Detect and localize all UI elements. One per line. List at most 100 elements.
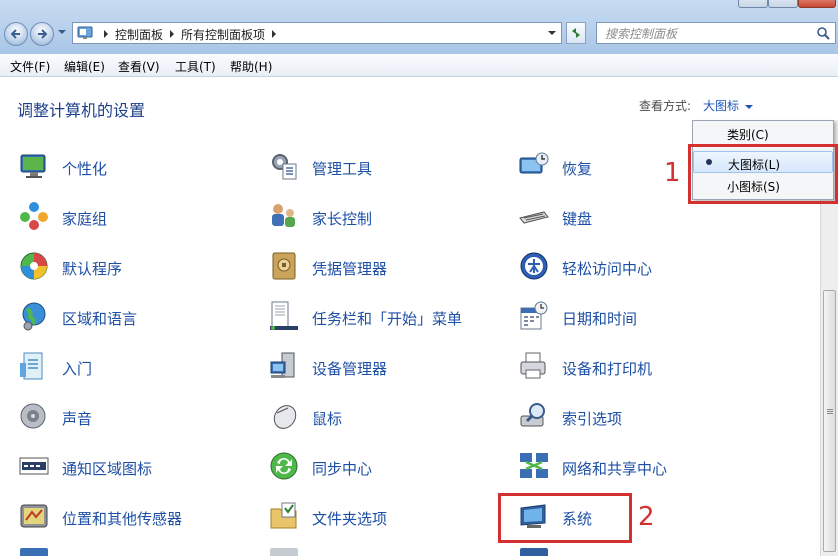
cp-item-folder-options[interactable]: 文件夹选项: [268, 500, 503, 534]
homegroup-icon: [20, 202, 48, 230]
devices-printers-icon: [520, 352, 546, 379]
search-icon[interactable]: [816, 26, 830, 40]
control-panel-icon: [77, 26, 93, 39]
menu-edit[interactable]: 编辑(E): [64, 58, 105, 75]
breadcrumb-control-panel[interactable]: 控制面板: [115, 28, 163, 42]
address-bar[interactable]: 控制面板 所有控制面板项: [72, 22, 562, 44]
sound-icon: [20, 403, 46, 429]
cp-item-label: 凭据管理器: [312, 260, 388, 278]
cp-item-ease-of-access[interactable]: 轻松访问中心: [518, 250, 753, 284]
view-by-value[interactable]: 大图标: [703, 99, 739, 113]
grip-icon: [827, 409, 833, 410]
cp-item-admin-tools[interactable]: 管理工具: [268, 150, 503, 184]
cp-item-parental-controls[interactable]: 家长控制: [268, 200, 503, 234]
address-toolbar: 控制面板 所有控制面板项: [0, 0, 838, 54]
location-sensors-icon: [20, 504, 48, 528]
menu-tools[interactable]: 工具(T): [175, 58, 216, 75]
annotation-number-1: 1: [664, 158, 681, 188]
cp-item-label: 键盘: [562, 210, 593, 228]
device-manager-icon: [270, 352, 295, 378]
notification-area-icon: [19, 457, 49, 475]
credential-manager-icon: [272, 252, 296, 280]
cp-item-partial[interactable]: [20, 548, 48, 556]
admin-tools-icon: [272, 154, 297, 180]
parental-controls-icon: [272, 204, 295, 227]
cp-item-network-sharing[interactable]: 网络和共享中心: [518, 450, 753, 484]
view-option-category[interactable]: 类别(C): [693, 122, 833, 144]
cp-item-default-programs[interactable]: 默认程序: [18, 250, 253, 284]
cp-item-label: 文件夹选项: [312, 510, 388, 528]
cp-item-label: 任务栏和「开始」菜单: [312, 310, 463, 328]
scrollbar-thumb[interactable]: [823, 290, 836, 552]
cp-item-partial[interactable]: [270, 548, 298, 556]
cp-item-sound[interactable]: 声音: [18, 400, 253, 434]
cp-item-label: 声音: [62, 410, 93, 428]
view-by-label: 查看方式:: [639, 99, 692, 113]
arrow-right-icon: [38, 29, 48, 39]
recent-pages-dropdown[interactable]: [58, 30, 66, 34]
cp-item-personalization[interactable]: 个性化: [18, 150, 253, 184]
cp-item-label: 鼠标: [312, 410, 343, 428]
back-button[interactable]: [4, 22, 28, 46]
cp-item-devices-printers[interactable]: 设备和打印机: [518, 350, 753, 384]
ease-of-access-icon: [520, 252, 548, 280]
recovery-icon: [519, 152, 549, 174]
close-button[interactable]: [798, 0, 836, 8]
cp-item-region-language[interactable]: 区域和语言: [18, 300, 253, 334]
cp-item-taskbar[interactable]: 任务栏和「开始」菜单: [268, 300, 503, 334]
minimize-button[interactable]: [738, 0, 768, 8]
cp-item-mouse[interactable]: 鼠标: [268, 400, 503, 434]
menu-file[interactable]: 文件(F): [10, 58, 50, 75]
cp-item-label: 日期和时间: [562, 310, 638, 328]
annotation-box-1: [688, 144, 838, 204]
cp-item-label: 家长控制: [312, 210, 373, 228]
cp-item-label: 通知区域图标: [62, 460, 153, 478]
menu-help[interactable]: 帮助(H): [230, 58, 272, 75]
cp-item-label: 设备和打印机: [562, 360, 653, 378]
forward-button[interactable]: [30, 22, 54, 46]
cp-item-date-time[interactable]: 日期和时间: [518, 300, 753, 334]
breadcrumb-separator[interactable]: [170, 30, 175, 38]
default-programs-icon: [20, 252, 48, 280]
breadcrumb-all-items[interactable]: 所有控制面板项: [181, 28, 265, 42]
cp-item-credential-manager[interactable]: 凭据管理器: [268, 250, 503, 284]
refresh-button[interactable]: [566, 22, 586, 44]
search-input[interactable]: [603, 25, 807, 43]
address-history-dropdown[interactable]: [545, 25, 559, 41]
cp-item-getting-started[interactable]: 入门: [18, 350, 253, 384]
cp-item-label: 同步中心: [312, 460, 373, 478]
cp-item-label: 位置和其他传感器: [62, 510, 183, 528]
cp-item-label: 网络和共享中心: [562, 460, 668, 478]
annotation-box-2: [498, 493, 632, 543]
menu-view[interactable]: 查看(V): [118, 58, 160, 75]
cp-item-homegroup[interactable]: 家庭组: [18, 200, 253, 234]
date-time-icon: [520, 301, 548, 330]
chevron-down-icon: [548, 31, 556, 35]
search-box[interactable]: [596, 22, 836, 44]
cp-item-indexing-options[interactable]: 索引选项: [518, 400, 753, 434]
cp-item-partial[interactable]: [520, 548, 548, 556]
folder-options-icon: [270, 502, 297, 529]
cp-item-label: 个性化: [62, 160, 108, 178]
sync-center-icon: [270, 452, 298, 480]
cp-item-notification-area[interactable]: 通知区域图标: [18, 450, 253, 484]
cp-item-label: 索引选项: [562, 410, 623, 428]
indexing-options-icon: [520, 403, 545, 427]
annotation-number-2: 2: [638, 502, 655, 532]
cp-item-keyboard[interactable]: 键盘: [518, 200, 753, 234]
cp-item-label: 设备管理器: [312, 360, 388, 378]
cp-item-label: 管理工具: [312, 160, 373, 178]
maximize-button[interactable]: [768, 0, 798, 8]
cp-item-label: 默认程序: [62, 260, 123, 278]
cp-item-sync-center[interactable]: 同步中心: [268, 450, 503, 484]
cp-item-device-manager[interactable]: 设备管理器: [268, 350, 503, 384]
cp-item-label: 轻松访问中心: [562, 260, 653, 278]
cp-item-label: 恢复: [562, 160, 593, 178]
cp-item-location-sensors[interactable]: 位置和其他传感器: [18, 500, 253, 534]
page-title: 调整计算机的设置: [17, 101, 146, 120]
breadcrumb-separator[interactable]: [104, 30, 108, 38]
breadcrumb-separator[interactable]: [272, 30, 277, 38]
view-by-dropdown[interactable]: 大图标: [703, 97, 754, 114]
cp-item-label: 入门: [62, 360, 93, 378]
cp-item-label: 区域和语言: [62, 310, 138, 328]
